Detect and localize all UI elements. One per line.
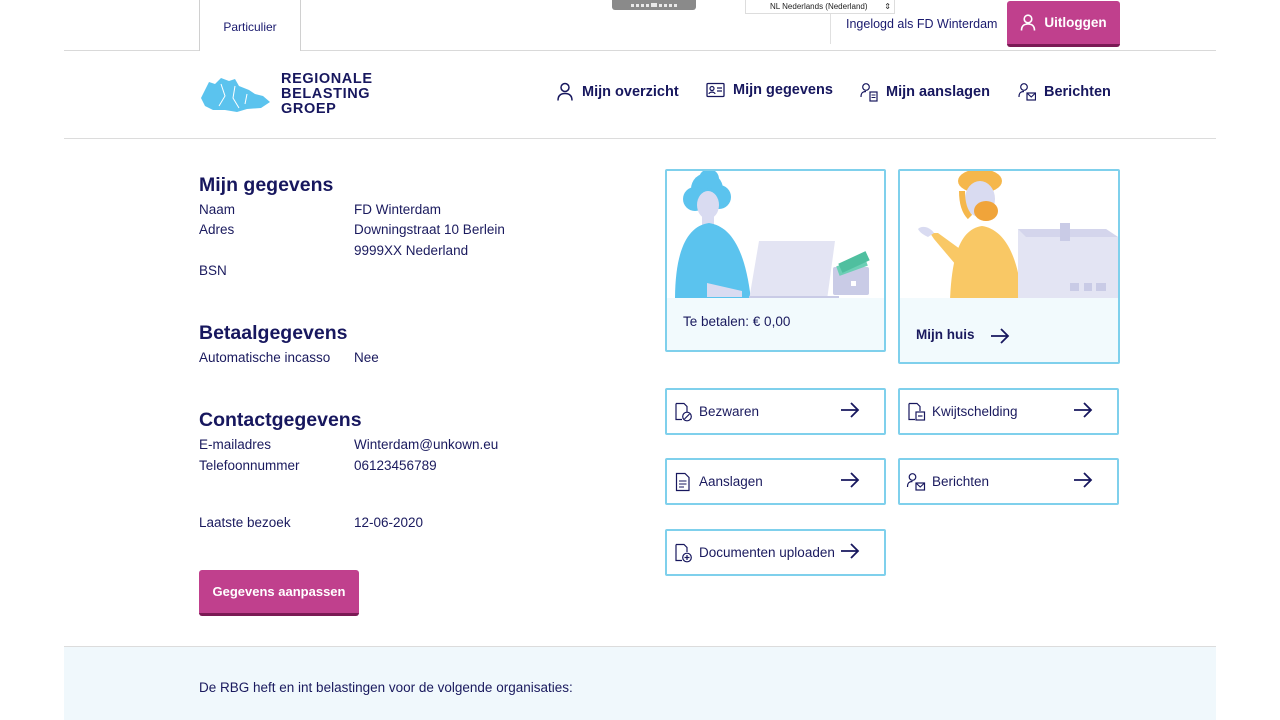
payment-illustration	[667, 171, 884, 300]
document-remission-icon	[908, 402, 926, 421]
section-title-contact: Contactgegevens	[199, 409, 362, 431]
document-upload-icon	[675, 543, 692, 562]
naam-value: FD Winterdam	[354, 202, 442, 217]
tile-label: Berichten	[932, 474, 990, 489]
topbar-separator	[830, 14, 831, 44]
last-visit-label: Laatste bezoek	[199, 515, 291, 530]
bsn-label: BSN	[199, 263, 227, 278]
arrow-right-icon	[841, 543, 860, 559]
rbg-logo[interactable]: REGIONALE BELASTING GROEP	[199, 72, 373, 117]
logo-line-3: GROEP	[281, 101, 337, 117]
accessibility-toolbar-handle[interactable]	[612, 0, 696, 10]
nav-mijn-gegevens[interactable]: Mijn gegevens	[706, 82, 833, 98]
tile-aanslagen[interactable]: Aanslagen	[665, 458, 886, 505]
tab-particulier[interactable]: Particulier	[199, 0, 301, 51]
my-house-label: Mijn huis	[916, 327, 975, 342]
my-house-card-footer: Mijn huis	[900, 298, 1118, 362]
tile-label: Aanslagen	[699, 474, 763, 489]
tile-label: Bezwaren	[699, 404, 760, 419]
arrow-right-icon	[1074, 472, 1093, 488]
document-icon	[675, 472, 690, 491]
logo-wordmark: REGIONALE BELASTING GROEP	[281, 72, 373, 117]
tile-kwijtschelding[interactable]: Kwijtschelding	[898, 388, 1119, 435]
user-mail-icon	[906, 472, 926, 491]
phone-value: 06123456789	[354, 458, 437, 473]
nav-berichten[interactable]: Berichten	[1018, 82, 1111, 102]
logo-map-icon	[201, 77, 270, 112]
language-select-value: NL Nederlands (Nederland)	[770, 2, 868, 11]
arrow-right-icon	[841, 402, 860, 418]
logout-button[interactable]: Uitloggen	[1007, 1, 1120, 47]
tile-bezwaren[interactable]: Bezwaren	[665, 388, 886, 435]
nav-mijn-overzicht[interactable]: Mijn overzicht	[556, 82, 679, 101]
select-arrows-icon: ⇕	[884, 2, 891, 11]
document-objection-icon	[675, 402, 692, 421]
last-visit-value: 12-06-2020	[354, 515, 424, 530]
person-box-illustration	[918, 171, 1118, 298]
my-house-card[interactable]: Mijn huis	[898, 169, 1120, 364]
logo-line-1: REGIONALE	[281, 71, 373, 87]
tile-documenten-uploaden[interactable]: Documenten uploaden	[665, 529, 886, 576]
edit-details-label: Gegevens aanpassen	[212, 584, 346, 599]
email-value: Winterdam@unkown.eu	[354, 437, 499, 452]
arrow-right-icon	[841, 472, 860, 488]
section-title-betaal: Betaalgegevens	[199, 322, 348, 344]
incasso-value: Nee	[354, 350, 379, 365]
payment-card-footer: Te betalen: € 0,00	[667, 298, 884, 350]
tile-label: Documenten uploaden	[699, 545, 835, 560]
id-card-icon	[706, 82, 725, 98]
house-illustration	[900, 171, 1118, 300]
adres-line-2: 9999XX Nederland	[354, 243, 469, 258]
tab-particulier-label: Particulier	[223, 19, 277, 34]
nav-label: Mijn overzicht	[582, 83, 679, 100]
phone-label: Telefoonnummer	[199, 458, 300, 473]
adres-label: Adres	[199, 222, 235, 237]
footer-organisations-text: De RBG heft en int belastingen voor de v…	[199, 680, 573, 695]
user-mail-icon	[1018, 83, 1036, 101]
incasso-label: Automatische incasso	[199, 350, 331, 365]
login-status: Ingelogd als FD Winterdam	[846, 17, 998, 31]
email-label: E-mailadres	[199, 437, 272, 452]
tile-berichten[interactable]: Berichten	[898, 458, 1119, 505]
nav-label: Mijn aanslagen	[886, 84, 990, 100]
logout-label: Uitloggen	[1044, 15, 1107, 30]
payment-card[interactable]: Te betalen: € 0,00	[665, 169, 886, 352]
language-select[interactable]: NL Nederlands (Nederland) ⇕	[745, 0, 895, 14]
nav-mijn-aanslagen[interactable]: Mijn aanslagen	[860, 82, 990, 102]
arrow-right-icon	[1074, 402, 1093, 418]
header-divider	[64, 138, 1216, 139]
arrow-right-icon	[991, 328, 1010, 344]
section-title-gegevens: Mijn gegevens	[199, 174, 334, 196]
user-icon	[1021, 14, 1036, 31]
adres-line-1: Downingstraat 10 Berlein	[354, 222, 505, 237]
tile-label: Kwijtschelding	[932, 404, 1018, 419]
nav-label: Mijn gegevens	[733, 82, 833, 98]
edit-details-button[interactable]: Gegevens aanpassen	[199, 570, 359, 616]
logo-line-2: BELASTING	[281, 86, 371, 102]
person-laptop-illustration	[675, 171, 870, 298]
naam-label: Naam	[199, 202, 236, 217]
nav-label: Berichten	[1044, 84, 1111, 100]
amount-due: Te betalen: € 0,00	[683, 314, 791, 329]
user-icon	[557, 82, 573, 101]
user-document-icon	[860, 83, 878, 102]
